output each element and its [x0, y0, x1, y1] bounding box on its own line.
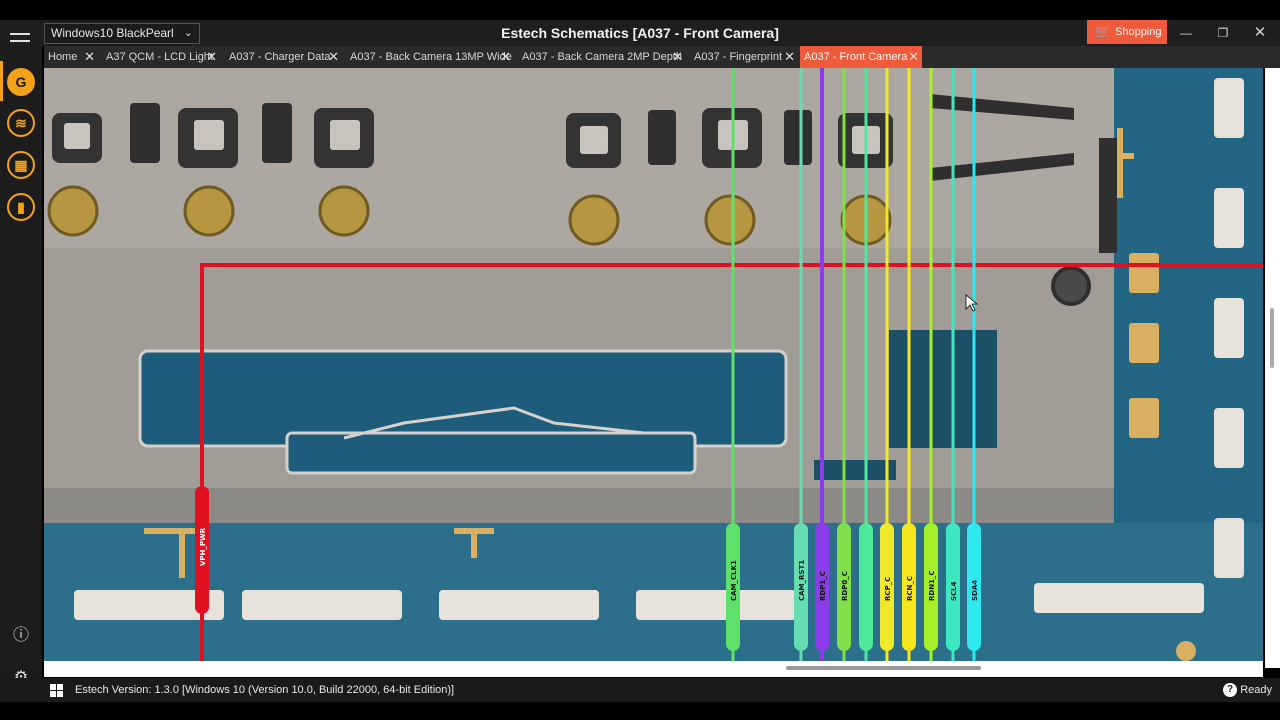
tab-lcd-light[interactable]: A37 QCM - LCD Light ✕ [102, 46, 220, 68]
tab-back-camera-13mp[interactable]: A037 - Back Camera 13MP Wide ✕ [346, 46, 514, 68]
close-tab-icon[interactable]: ✕ [908, 46, 919, 68]
tab-label: A37 QCM - LCD Light [106, 51, 213, 63]
minimize-button[interactable]: — [1171, 24, 1201, 42]
net-label-scl4: SCL4 [950, 581, 958, 601]
tab-label: A037 - Charger Data [229, 51, 331, 63]
sidebar-active-indicator [0, 61, 3, 101]
net-label-rdn1-c: RDN1_C [928, 570, 936, 601]
tab-home[interactable]: Home ✕ [44, 46, 98, 68]
tab-label: A037 - Front Camera [804, 51, 908, 63]
help-icon[interactable]: ? [1223, 683, 1237, 697]
circuit-icon[interactable]: ≋ [7, 109, 35, 137]
vertical-scroll-thumb[interactable] [1270, 308, 1274, 368]
chip-icon[interactable]: ▦ [7, 151, 35, 179]
tab-front-camera[interactable]: A037 - Front Camera ✕ [800, 46, 922, 68]
tab-label: Home [48, 51, 78, 63]
net-marker-unlabeled[interactable] [859, 523, 873, 651]
cart-icon: 🛒 [1095, 24, 1112, 39]
tab-back-camera-2mp[interactable]: A037 - Back Camera 2MP Depth ✕ [518, 46, 686, 68]
shopping-button[interactable]: 🛒 Shopping [1087, 20, 1167, 44]
close-window-button[interactable]: ✕ [1245, 24, 1275, 42]
tab-fingerprint[interactable]: A037 - Fingerprint ✕ [690, 46, 798, 68]
board-image: VPH_PWR CAM_CLK1 CAM_RST1 RDP1_C RDP0_C … [44, 68, 1263, 661]
tab-label: A037 - Back Camera 13MP Wide [350, 51, 512, 63]
status-ready: Ready [1240, 684, 1272, 696]
close-tab-icon[interactable]: ✕ [672, 46, 683, 68]
top-letterbox [0, 0, 1280, 20]
tab-charger-data[interactable]: A037 - Charger Data ✕ [225, 46, 342, 68]
net-label-rcn-c: RCN_C [906, 576, 914, 601]
windows-logo-icon [50, 684, 64, 698]
close-tab-icon[interactable]: ✕ [500, 46, 511, 68]
net-label-vph-pwr: VPH_PWR [199, 527, 207, 566]
horizontal-scrollbar[interactable] [44, 661, 1263, 677]
estech-logo-icon[interactable]: G [7, 68, 35, 96]
sidebar: G ≋ ▦ ▮ ⓘ ⚙ [0, 46, 42, 686]
close-tab-icon[interactable]: ✕ [206, 46, 217, 68]
schematic-canvas[interactable]: VPH_PWR CAM_CLK1 CAM_RST1 RDP1_C RDP0_C … [44, 68, 1263, 661]
bottom-letterbox [0, 702, 1280, 720]
close-tab-icon[interactable]: ✕ [784, 46, 795, 68]
version-text: Estech Version: 1.3.0 [Windows 10 (Versi… [75, 684, 455, 696]
horizontal-scroll-thumb[interactable] [786, 666, 981, 670]
info-icon[interactable]: ⓘ [11, 626, 31, 646]
shopping-label: Shopping [1115, 26, 1162, 38]
tab-label: A037 - Back Camera 2MP Depth [522, 51, 682, 63]
net-label-rdp0-c: RDP0_C [841, 571, 849, 601]
net-label-sda4: SDA4 [971, 580, 979, 601]
battery-icon[interactable]: ▮ [7, 193, 35, 221]
net-label-rdp1-c: RDP1_C [819, 571, 827, 601]
net-label-rcp-c: RCP_C [884, 577, 892, 601]
maximize-button[interactable]: ❐ [1208, 24, 1238, 42]
vertical-scrollbar[interactable] [1265, 68, 1280, 668]
tab-label: A037 - Fingerprint [694, 51, 783, 63]
status-bar: Estech Version: 1.3.0 [Windows 10 (Versi… [0, 678, 1280, 702]
net-label-cam-rst1: CAM_RST1 [798, 560, 806, 601]
close-tab-icon[interactable]: ✕ [328, 46, 339, 68]
tab-bar: Home ✕ A37 QCM - LCD Light ✕ A037 - Charge… [44, 46, 1280, 68]
net-label-cam-clk1: CAM_CLK1 [730, 560, 738, 601]
close-tab-icon[interactable]: ✕ [84, 46, 95, 68]
